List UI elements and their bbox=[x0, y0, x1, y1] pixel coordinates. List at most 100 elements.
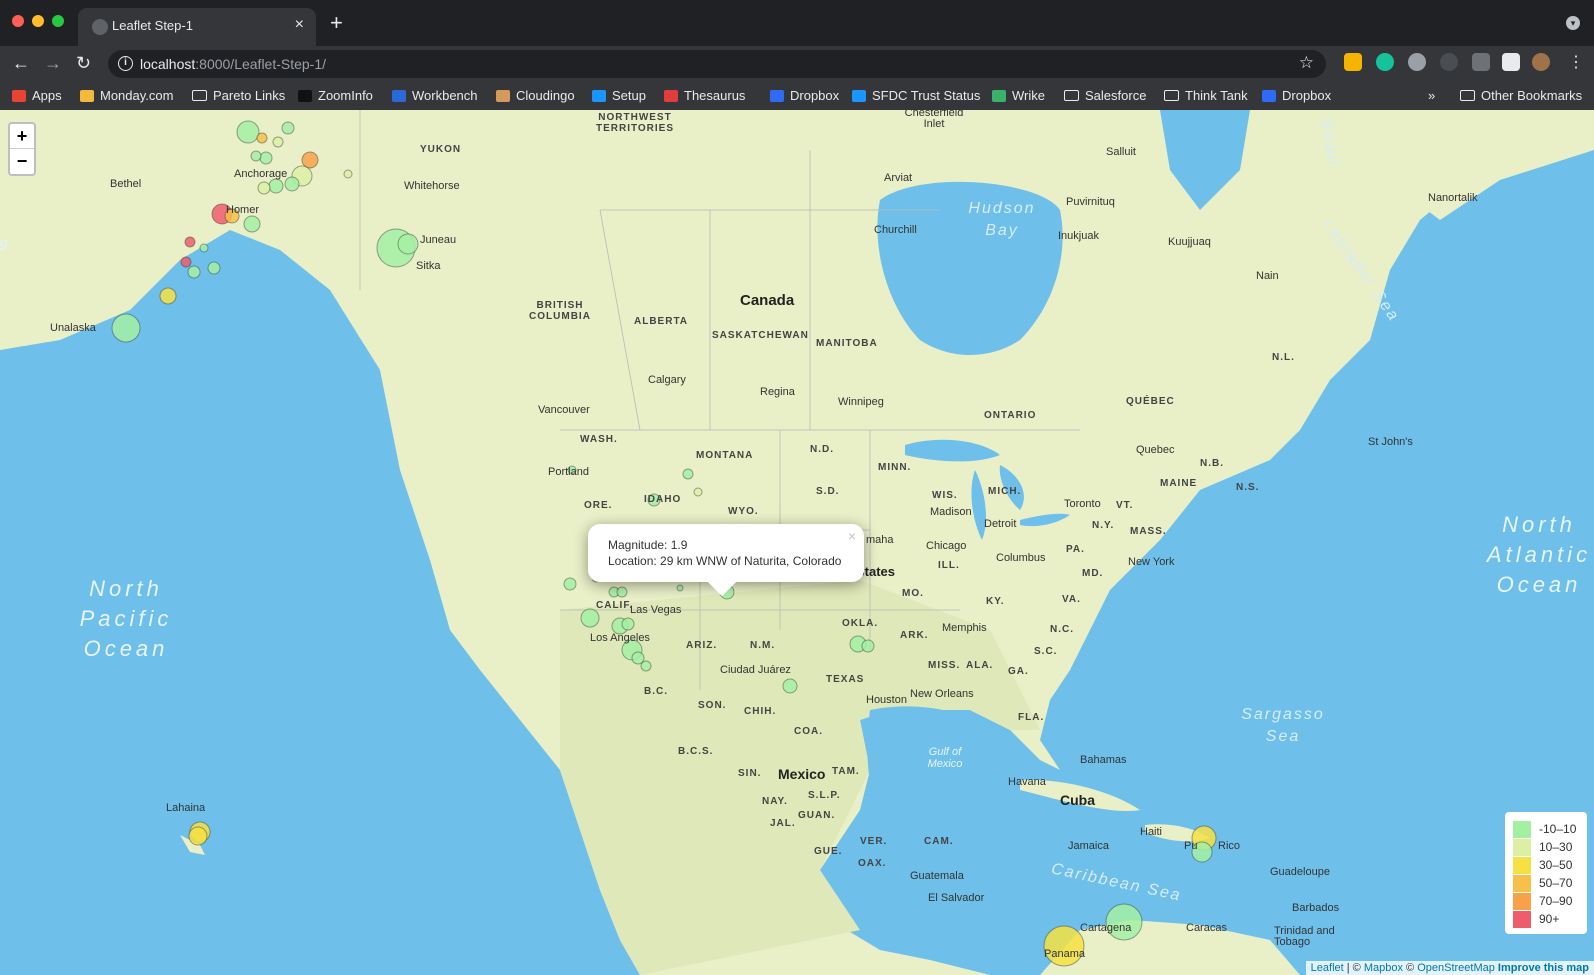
improve-map-link[interactable]: Improve this map bbox=[1498, 962, 1589, 974]
earthquake-marker[interactable] bbox=[397, 233, 419, 255]
zoom-in-button[interactable]: + bbox=[10, 124, 34, 149]
earthquake-marker[interactable] bbox=[563, 577, 577, 591]
depth-legend: -10–10 10–30 30–50 50–70 70–90 90+ bbox=[1505, 812, 1587, 934]
browser-menu-icon[interactable]: ⋮ bbox=[1568, 52, 1584, 74]
earthquake-marker[interactable] bbox=[676, 584, 684, 592]
earthquake-marker[interactable] bbox=[621, 617, 635, 631]
bookmark-thesaurus[interactable]: Thesaurus bbox=[664, 88, 745, 103]
earthquake-marker[interactable] bbox=[256, 132, 268, 144]
label-regina: Regina bbox=[760, 386, 795, 398]
label-wis: WIS. bbox=[932, 490, 958, 501]
legend-row: -10–10 bbox=[1513, 820, 1587, 838]
reload-icon[interactable]: ↻ bbox=[76, 52, 91, 74]
folder-icon bbox=[1460, 90, 1475, 101]
leaflet-map[interactable]: NORTHWEST TERRITORIES YUKON Whitehorse A… bbox=[0, 110, 1594, 975]
url-text[interactable]: localhost:8000/Leaflet-Step-1/ bbox=[140, 56, 326, 72]
earthquake-marker[interactable] bbox=[180, 256, 192, 268]
leaflet-link[interactable]: Leaflet bbox=[1311, 962, 1344, 974]
legend-swatch bbox=[1513, 856, 1531, 874]
bookmark-cloudingo[interactable]: Cloudingo bbox=[496, 88, 575, 103]
tab-title: Leaflet Step-1 bbox=[112, 18, 193, 33]
earthquake-marker[interactable] bbox=[259, 151, 273, 165]
bookmark-sfdc-trust-status[interactable]: SFDC Trust Status bbox=[852, 88, 980, 103]
bookmark-label: Dropbox bbox=[790, 88, 840, 103]
profile-avatar[interactable] bbox=[1532, 53, 1550, 71]
earthquake-marker[interactable] bbox=[188, 826, 208, 846]
bookmark-dropbox[interactable]: Dropbox bbox=[770, 88, 839, 103]
earthquake-marker[interactable] bbox=[301, 151, 319, 169]
zoom-out-button[interactable]: − bbox=[10, 149, 34, 174]
popup-close-button[interactable]: × bbox=[848, 528, 856, 544]
earthquake-marker[interactable] bbox=[1043, 925, 1085, 967]
earthquake-marker[interactable] bbox=[782, 678, 798, 694]
site-info-icon[interactable]: i bbox=[118, 56, 133, 71]
earthquake-marker[interactable] bbox=[207, 261, 221, 275]
legend-row: 10–30 bbox=[1513, 838, 1587, 856]
earthquake-marker[interactable] bbox=[236, 120, 260, 144]
extension-gray-icon[interactable] bbox=[1408, 53, 1426, 71]
label-montana: MONTANA bbox=[696, 450, 754, 461]
label-columbus: Columbus bbox=[996, 552, 1046, 564]
bookmarks-overflow-button[interactable]: » bbox=[1428, 88, 1435, 103]
earthquake-marker[interactable] bbox=[861, 639, 875, 653]
bookmark-star-icon[interactable]: ☆ bbox=[1299, 53, 1314, 73]
earthquake-marker[interactable] bbox=[184, 236, 196, 248]
extension-dim-icon[interactable] bbox=[1440, 53, 1458, 71]
tab-close-icon[interactable]: × bbox=[295, 16, 304, 34]
address-bar[interactable]: i localhost:8000/Leaflet-Step-1/ ☆ bbox=[108, 50, 1326, 78]
earthquake-marker[interactable] bbox=[616, 586, 628, 598]
back-arrow-icon[interactable]: ← bbox=[12, 52, 30, 74]
label-nain: Nain bbox=[1256, 270, 1279, 282]
earthquake-marker[interactable] bbox=[243, 215, 261, 233]
mapbox-link[interactable]: Mapbox bbox=[1364, 962, 1403, 974]
label-neworleans: New Orleans bbox=[910, 688, 974, 700]
tab-search-chevron-icon[interactable]: ▾ bbox=[1566, 16, 1580, 30]
osm-link[interactable]: OpenStreetMap bbox=[1417, 962, 1495, 974]
bookmark-dropbox[interactable]: Dropbox bbox=[1262, 88, 1331, 103]
earthquake-marker[interactable] bbox=[640, 660, 652, 672]
browser-tab[interactable]: Leaflet Step-1 × bbox=[78, 8, 316, 46]
earthquake-marker[interactable] bbox=[580, 608, 600, 628]
bookmark-label: ZoomInfo bbox=[318, 88, 373, 103]
bookmark-workbench[interactable]: Workbench bbox=[392, 88, 478, 103]
new-tab-button[interactable]: + bbox=[330, 12, 343, 34]
grammarly-icon[interactable] bbox=[1376, 53, 1394, 71]
bookmark-salesforce[interactable]: Salesforce bbox=[1064, 88, 1146, 103]
popup-location: Location: 29 km WNW of Naturita, Colorad… bbox=[608, 554, 842, 568]
other-bookmarks-folder[interactable]: Other Bookmarks bbox=[1460, 88, 1582, 103]
label-ciudadjuarez: Ciudad Juárez bbox=[720, 664, 791, 676]
label-bethel: Bethel bbox=[110, 178, 142, 190]
close-window-button[interactable] bbox=[12, 15, 24, 27]
earthquake-marker[interactable] bbox=[268, 178, 284, 194]
extension-tool-icon[interactable] bbox=[1472, 53, 1490, 71]
label-ala: ALA. bbox=[966, 660, 994, 671]
maximize-window-button[interactable] bbox=[52, 15, 64, 27]
label-nanortalik: Nanortalik bbox=[1428, 192, 1478, 204]
bookmark-apps[interactable]: Apps bbox=[12, 88, 62, 103]
earthquake-marker[interactable] bbox=[693, 487, 703, 497]
earthquake-marker[interactable] bbox=[159, 287, 177, 305]
earthquake-marker[interactable] bbox=[272, 136, 284, 148]
bookmark-monday-com[interactable]: Monday.com bbox=[80, 88, 173, 103]
earthquake-marker[interactable] bbox=[187, 265, 201, 279]
label-nc: N.C. bbox=[1050, 624, 1074, 635]
bookmark-zoominfo[interactable]: ZoomInfo bbox=[298, 88, 373, 103]
earthquake-marker[interactable] bbox=[199, 243, 209, 253]
earthquake-marker[interactable] bbox=[682, 468, 694, 480]
bookmark-think-tank[interactable]: Think Tank bbox=[1164, 88, 1248, 103]
extensions-puzzle-icon[interactable] bbox=[1502, 53, 1520, 71]
legend-swatch bbox=[1513, 820, 1531, 838]
bookmark-pareto-links[interactable]: Pareto Links bbox=[192, 88, 285, 103]
bookmark-wrike[interactable]: Wrike bbox=[992, 88, 1045, 103]
earthquake-marker[interactable] bbox=[111, 313, 141, 343]
bookmark-setup[interactable]: Setup bbox=[592, 88, 646, 103]
label-ill: ILL. bbox=[938, 560, 960, 571]
earthquake-marker[interactable] bbox=[281, 121, 295, 135]
extension-yellow-icon[interactable] bbox=[1344, 53, 1362, 71]
bookmark-label: Dropbox bbox=[1282, 88, 1332, 103]
earthquake-marker[interactable] bbox=[250, 150, 262, 162]
forward-arrow-icon[interactable]: → bbox=[44, 52, 62, 74]
minimize-window-button[interactable] bbox=[32, 15, 44, 27]
earthquake-marker[interactable] bbox=[343, 169, 353, 179]
earthquake-marker[interactable] bbox=[257, 181, 271, 195]
